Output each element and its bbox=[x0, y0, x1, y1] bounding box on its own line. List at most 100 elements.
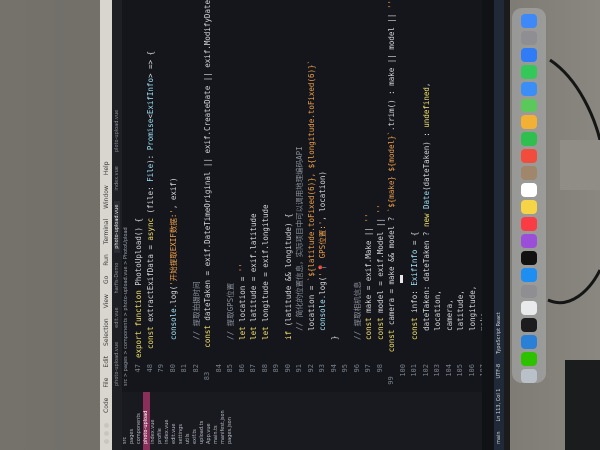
code-line[interactable]: 96 // 提取相机信息 bbox=[352, 0, 364, 392]
menu-go[interactable]: Go bbox=[103, 276, 110, 284]
code-text[interactable]: } bbox=[329, 335, 341, 358]
status-branch[interactable]: main bbox=[496, 432, 502, 445]
code-text[interactable]: const make = exif.Make || '' bbox=[363, 214, 375, 359]
explorer-item[interactable]: photo-upload bbox=[143, 392, 150, 450]
tab-1[interactable]: edit.vue bbox=[114, 303, 120, 331]
music-icon[interactable] bbox=[521, 216, 537, 231]
code-text[interactable]: export function PhotoUpload() { bbox=[133, 218, 145, 358]
explorer-item[interactable]: manifest.json bbox=[220, 392, 227, 450]
explorer-item[interactable]: settings bbox=[178, 392, 185, 450]
finder-icon[interactable] bbox=[521, 14, 537, 28]
tab-3[interactable]: photo-upload.vue bbox=[114, 200, 120, 253]
explorer-item[interactable]: index.vue bbox=[164, 392, 171, 450]
code-text[interactable]: make, bbox=[478, 308, 482, 358]
explorer-item[interactable]: utils bbox=[185, 392, 192, 450]
code-line[interactable]: 94 } bbox=[329, 0, 341, 392]
code-line[interactable]: 92 location = `${latitude.toFixed(6)}, $… bbox=[306, 0, 318, 392]
code-line[interactable]: 107 make, bbox=[478, 0, 482, 392]
code-text[interactable]: const info: ExifInfo = { bbox=[409, 232, 421, 358]
code-line[interactable]: 97 const make = exif.Make || '' bbox=[363, 0, 375, 392]
code-text[interactable]: longitude, bbox=[467, 286, 479, 358]
code-editor[interactable]: src > pages > components > photo-upload.… bbox=[122, 0, 482, 392]
menu-edit[interactable]: Edit bbox=[103, 356, 110, 368]
code-line[interactable]: 101 const info: ExifInfo = { bbox=[409, 0, 421, 392]
wechat-icon[interactable] bbox=[521, 352, 537, 367]
chrome-icon[interactable] bbox=[521, 301, 537, 316]
tab-4[interactable]: index.vue bbox=[114, 162, 120, 194]
code-line[interactable]: 93 console.log('📍 GPS位置:', location) bbox=[317, 0, 329, 392]
code-text[interactable]: console.log('📍 GPS位置:', location) bbox=[317, 171, 329, 358]
code-text[interactable]: location, bbox=[432, 290, 444, 358]
menu-terminal[interactable]: Terminal bbox=[103, 219, 110, 244]
code-line[interactable]: 87 let latitude = exif.latitude bbox=[248, 0, 260, 392]
explorer-item[interactable]: profile bbox=[157, 392, 164, 450]
podcasts-icon[interactable] bbox=[521, 233, 537, 248]
menu-code[interactable]: Code bbox=[103, 398, 110, 413]
code-line[interactable]: 81 bbox=[179, 0, 191, 392]
explorer-item[interactable]: src bbox=[122, 392, 129, 450]
contacts-icon[interactable] bbox=[521, 166, 537, 181]
breadcrumb[interactable]: src > pages > components > photo-upload.… bbox=[122, 0, 131, 392]
facetime-icon[interactable] bbox=[521, 132, 537, 147]
code-line[interactable]: 88 let longitude = exif.longitude bbox=[260, 0, 272, 392]
code-text[interactable]: const dateTaken = exif.DateTimeOriginal … bbox=[202, 0, 214, 366]
tab-2[interactable]: harfis-Demo bbox=[114, 259, 120, 298]
messages-icon[interactable] bbox=[521, 64, 537, 79]
code-text[interactable]: // 简化的位置信息，实际项目中可以调用地理编码API bbox=[294, 146, 306, 358]
mail-icon[interactable] bbox=[521, 81, 537, 96]
notes-icon[interactable] bbox=[521, 199, 537, 214]
code-text[interactable]: // 提取GPS位置 bbox=[225, 283, 237, 358]
reminders-icon[interactable] bbox=[521, 183, 537, 197]
code-line[interactable]: 85 // 提取GPS位置 bbox=[225, 0, 237, 392]
window-controls[interactable] bbox=[103, 423, 109, 444]
menu-selection[interactable]: Selection bbox=[103, 318, 110, 346]
code-text[interactable]: camera, bbox=[444, 299, 456, 358]
code-line[interactable]: 103 location, bbox=[432, 0, 444, 392]
code-line[interactable]: 95 bbox=[340, 0, 352, 392]
code-line[interactable]: 91 // 简化的位置信息，实际项目中可以调用地理编码API bbox=[294, 0, 306, 392]
explorer-item[interactable]: upload.ts bbox=[199, 392, 206, 450]
status-position[interactable]: Ln 113, Col 1 bbox=[496, 389, 502, 422]
code-text[interactable]: latitude, bbox=[455, 290, 467, 358]
code-line[interactable]: 90 if (latitude && longitude) { bbox=[283, 0, 295, 392]
code-line[interactable]: 102 dateTaken: dateTaken ? new Date(date… bbox=[421, 0, 433, 392]
explorer-item[interactable]: pages bbox=[129, 392, 136, 450]
code-text[interactable]: console.log('开始提取EXIF数据:', exif) bbox=[168, 178, 180, 358]
code-line[interactable]: 84 bbox=[214, 0, 226, 392]
code-text[interactable]: if (latitude && longitude) { bbox=[283, 214, 295, 359]
code-line[interactable]: 89 bbox=[271, 0, 283, 392]
menu-window[interactable]: Window bbox=[103, 185, 110, 209]
code-line[interactable]: 106 longitude, bbox=[467, 0, 479, 392]
code-text[interactable]: let longitude = exif.longitude bbox=[260, 204, 272, 358]
code-text[interactable]: const model = exif.Model || '' bbox=[375, 204, 387, 358]
code-line[interactable]: 82 // 提取拍摄时间 bbox=[191, 0, 203, 392]
code-text[interactable]: const camera = make && model ? `${make} … bbox=[386, 0, 398, 370]
explorer-item[interactable]: index.vue bbox=[150, 392, 157, 450]
photos-icon[interactable] bbox=[521, 115, 537, 130]
appstore-icon[interactable] bbox=[521, 267, 537, 282]
code-text[interactable]: // 提取拍摄时间 bbox=[191, 281, 203, 358]
code-line[interactable]: 48 const extractExifData = async (file: … bbox=[145, 0, 157, 392]
menu-run[interactable]: Run bbox=[103, 254, 110, 266]
calendar-icon[interactable] bbox=[521, 149, 537, 164]
explorer-item[interactable]: pages.json bbox=[227, 392, 234, 450]
code-text[interactable]: let latitude = exif.latitude bbox=[248, 214, 260, 359]
code-text[interactable]: location = `${latitude.toFixed(6)}, ${lo… bbox=[306, 60, 318, 358]
code-line[interactable]: 83 const dateTaken = exif.DateTimeOrigin… bbox=[202, 0, 214, 392]
code-line[interactable]: 98 const model = exif.Model || '' bbox=[375, 0, 387, 392]
status-encoding[interactable]: UTF-8 bbox=[496, 364, 502, 379]
menu-file[interactable]: File bbox=[103, 378, 110, 388]
terminal-icon[interactable] bbox=[521, 318, 537, 333]
status-language[interactable]: TypeScript React bbox=[496, 312, 502, 354]
tab-0[interactable]: photo-upload.vue bbox=[114, 338, 120, 390]
explorer-item[interactable]: App.vue bbox=[206, 392, 213, 450]
tab-5[interactable]: ploto-upload.vue bbox=[114, 106, 120, 156]
code-line[interactable]: 86 let location = '' bbox=[237, 0, 249, 392]
explorer-item[interactable]: exif.ts bbox=[192, 392, 199, 450]
settings-icon[interactable] bbox=[521, 284, 537, 299]
code-line[interactable]: 105 latitude, bbox=[455, 0, 467, 392]
launchpad-icon[interactable] bbox=[521, 30, 537, 45]
code-line[interactable]: 100 bbox=[398, 0, 410, 392]
code-text[interactable]: let location = '' bbox=[237, 263, 249, 358]
code-text[interactable]: dateTaken: dateTaken ? new Date(dateTake… bbox=[421, 83, 433, 358]
